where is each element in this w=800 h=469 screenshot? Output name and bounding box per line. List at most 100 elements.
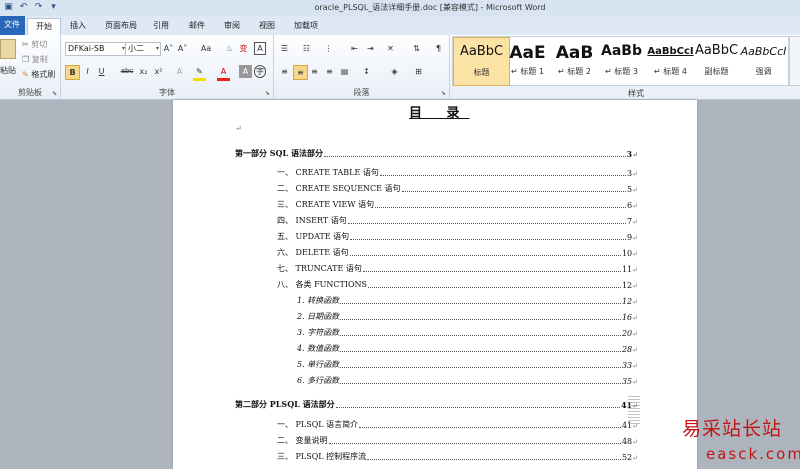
toc-entry[interactable]: 2. 日期函数 16 ↵ — [297, 310, 638, 322]
toc-leader-dots — [379, 175, 627, 176]
copy-icon: ❐ — [22, 55, 30, 64]
sort-icon[interactable]: ⇅ — [410, 42, 423, 55]
underline-button[interactable]: U — [95, 65, 108, 78]
cut-button[interactable]: ✂ 剪切 — [22, 39, 47, 50]
toc-leader-dots — [340, 367, 621, 368]
align-left-icon[interactable]: ≡ — [278, 65, 291, 78]
dialog-launcher-icon[interactable]: ⬊ — [52, 90, 57, 97]
tab-home[interactable]: 开始 — [27, 18, 61, 36]
paragraph-mark: ↵ — [632, 150, 638, 159]
toc-entry[interactable]: 七、 TRUNCATE 语句 11 ↵ — [277, 262, 638, 274]
toc-entry[interactable]: 四、 INSERT 语句 7 ↵ — [277, 214, 638, 226]
char-border-button[interactable]: A — [254, 42, 266, 55]
font-color-icon[interactable]: A — [217, 65, 230, 81]
toc-entry[interactable]: 3. 字符函数 20 ↵ — [297, 326, 638, 338]
toc-entry[interactable]: 一、 PLSQL 语言简介41↵ — [277, 418, 638, 430]
scroll-marker — [628, 396, 640, 426]
numbering-icon[interactable]: ☷ — [300, 42, 313, 55]
toc-page-number: 16 — [621, 313, 633, 322]
toc-entry[interactable]: 二、 变量说明 48 ↵ — [277, 434, 638, 446]
toc-leader-dots — [401, 191, 627, 192]
toc-entry[interactable]: 五、 UPDATE 语句 9 ↵ — [277, 230, 638, 242]
toc-leader-dots — [362, 271, 621, 272]
align-right-icon[interactable]: ≡ — [308, 65, 321, 78]
toc-entry-text: 四、 INSERT 语句 — [277, 215, 347, 226]
grow-font-button[interactable]: A˄ — [162, 42, 175, 55]
paragraph-mark: ↵ — [632, 330, 638, 338]
paste-icon[interactable] — [0, 39, 16, 59]
tab-page-layout[interactable]: 页面布局 — [97, 18, 145, 35]
toc-entry[interactable]: 5. 单行函数 33 ↵ — [297, 358, 638, 370]
line-spacing-icon[interactable]: ↕ — [360, 65, 373, 78]
paragraph-mark: ↵ — [632, 250, 638, 258]
change-case-button[interactable]: Aa — [197, 42, 215, 55]
italic-button[interactable]: I — [81, 65, 94, 78]
bullets-icon[interactable]: ☰ — [278, 42, 291, 55]
toc-entry[interactable]: 三、 PLSQL 控制程序流 52 ↵ — [277, 450, 638, 462]
text-effect-icon[interactable]: A — [173, 65, 186, 78]
toc-entry-text: 4. 数值函数 — [297, 343, 340, 354]
paragraph-mark: ↵ — [632, 378, 638, 386]
toc-entry[interactable]: 6. 多行函数 35 ↵ — [297, 374, 638, 386]
paragraph-mark: ↵ — [632, 362, 638, 370]
paste-button[interactable]: 粘贴 — [0, 65, 16, 76]
toc-page-number: 28 — [621, 345, 633, 354]
style-emphasis[interactable]: AaBbCcI 强调 — [736, 37, 791, 84]
copy-button[interactable]: ❐ 复制 — [22, 54, 48, 65]
distributed-icon[interactable]: ▤ — [338, 65, 351, 78]
toc-entry[interactable]: 一、 CREATE TABLE 语句 3 ↵ — [277, 166, 638, 178]
highlight-icon[interactable]: ✎ — [193, 65, 206, 81]
tab-file[interactable]: 文件 — [0, 16, 25, 35]
paragraph-mark: ↵ — [632, 314, 638, 322]
toc-entry[interactable]: 二、 CREATE SEQUENCE 语句 5 ↵ — [277, 182, 638, 194]
toc-entry[interactable]: 第一部分 SQL 语法部分 3 ↵ — [235, 147, 638, 159]
toc-leader-dots — [340, 335, 621, 336]
superscript-button[interactable]: x² — [152, 65, 165, 78]
toc-entry[interactable]: 六、 DELETE 语句 10 ↵ — [277, 246, 638, 258]
align-center-icon[interactable]: ≡ — [293, 65, 308, 80]
watermark-text: 易采站长站 — [682, 418, 783, 440]
increase-indent-icon[interactable]: ⇥ — [364, 42, 377, 55]
tab-insert[interactable]: 插入 — [62, 18, 94, 35]
watermark-logo: 易采站长站 easck.com — [676, 412, 800, 469]
borders-icon[interactable]: ⊞ — [412, 65, 425, 78]
font-name-select[interactable]: DFKai-SB ▾ — [65, 42, 127, 56]
toc-page-number: 33 — [621, 361, 633, 370]
paragraph-mark: ↵ — [632, 438, 638, 446]
char-shading-icon[interactable]: A — [239, 65, 252, 78]
styles-scrollbar[interactable] — [789, 36, 800, 86]
tab-review[interactable]: 审阅 — [216, 18, 248, 35]
tab-addins[interactable]: 加载项 — [286, 18, 326, 35]
tab-references[interactable]: 引用 — [145, 18, 177, 35]
toc-entry[interactable]: 八、 各类 FUNCTIONS 12 ↵ — [277, 278, 638, 290]
paragraph-mark: ↵ — [632, 282, 638, 290]
phonetic-guide-icon[interactable]: 变 — [237, 42, 250, 55]
font-size-select[interactable]: 小二 ▾ — [125, 42, 161, 56]
window-title: oracle_PLSQL_语法详细手册.doc [兼容模式] - Microso… — [314, 3, 546, 12]
show-marks-icon[interactable]: ¶ — [432, 42, 445, 55]
decrease-indent-icon[interactable]: ⇤ — [348, 42, 361, 55]
strikethrough-button[interactable]: abc — [119, 65, 135, 78]
subscript-button[interactable]: x₂ — [137, 65, 150, 78]
chinese-layout-icon[interactable]: ✕ — [384, 42, 397, 55]
document-page[interactable]: 目 录 ↵ 第一部分 SQL 语法部分 3 ↵ 一、 CREATE TABLE 语句 3… — [173, 100, 697, 469]
clear-format-icon[interactable]: ♨ — [223, 42, 236, 55]
toc-entry[interactable]: 三、 CREATE VIEW 语句 6 ↵ — [277, 198, 638, 210]
style-heading-3[interactable]: AaBb ↵ 标题 3 — [594, 37, 649, 84]
tab-mailings[interactable]: 邮件 — [181, 18, 213, 35]
multilevel-list-icon[interactable]: ⋮ — [322, 42, 335, 55]
toc-entry-text: 五、 UPDATE 语句 — [277, 231, 350, 242]
shrink-font-button[interactable]: A˅ — [176, 42, 189, 55]
justify-icon[interactable]: ≡ — [323, 65, 336, 78]
dialog-launcher-icon[interactable]: ⬊ — [441, 90, 446, 97]
toc-page-number: 52 — [621, 453, 633, 462]
dialog-launcher-icon[interactable]: ⬊ — [265, 90, 270, 97]
toc-entry[interactable]: 4. 数值函数 28 ↵ — [297, 342, 638, 354]
shading-icon[interactable]: ◈ — [388, 65, 401, 78]
enclose-char-button[interactable]: 字 — [254, 65, 266, 78]
bold-button[interactable]: B — [65, 65, 80, 80]
tab-view[interactable]: 视图 — [251, 18, 283, 35]
format-painter-button[interactable]: ✎ 格式刷 — [22, 69, 55, 80]
toc-entry[interactable]: 第二部分 PLSQL 语法部分41↵ — [235, 398, 638, 410]
toc-entry[interactable]: 1. 转换函数 12 ↵ — [297, 294, 638, 306]
